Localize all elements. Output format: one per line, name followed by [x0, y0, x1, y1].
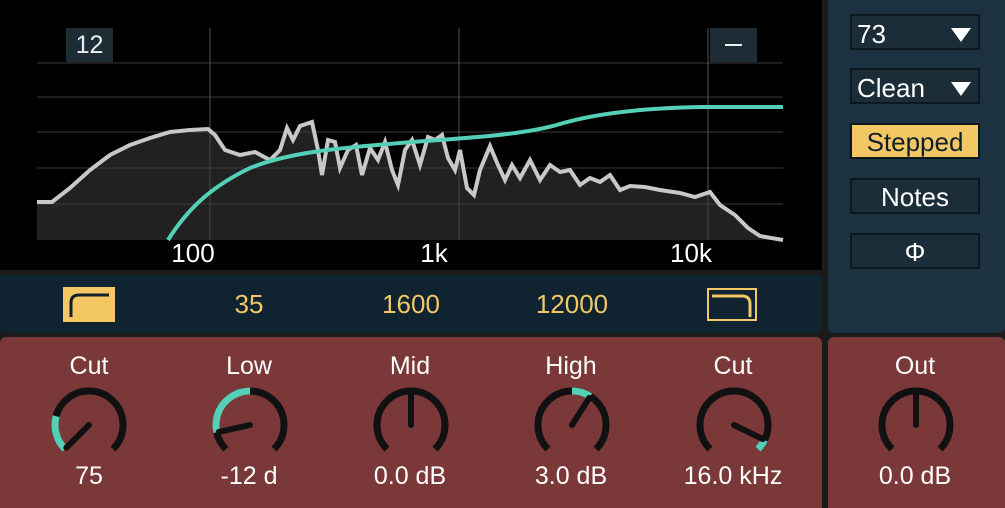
low-gain-knob-value: -12 d: [220, 462, 278, 490]
freq-label-100: 100: [171, 238, 214, 268]
knob-dial-graphic: [51, 387, 127, 452]
mid-gain-knob[interactable]: [369, 383, 453, 467]
knob-pointer: [569, 394, 593, 428]
knob-value-arc: [51, 415, 68, 452]
phase-invert-button[interactable]: Φ: [850, 233, 980, 269]
output-knob-value: 0.0 dB: [878, 462, 952, 490]
lowcut-knob-label: Cut: [69, 352, 109, 380]
low-cut-filter-icon: [69, 293, 109, 317]
stepped-toggle[interactable]: Stepped: [850, 123, 980, 159]
output-knob[interactable]: [874, 383, 958, 467]
high-cut-filter-button[interactable]: [706, 287, 758, 322]
knob-dial-graphic: [373, 387, 449, 452]
highcut-knob[interactable]: [692, 383, 776, 467]
preset-select[interactable]: 73: [850, 14, 980, 50]
freq-label-10k: 10k: [670, 238, 713, 268]
db-range-readout[interactable]: 12: [66, 28, 113, 62]
mid-freq-value[interactable]: 1600: [351, 275, 471, 333]
low-gain-knob[interactable]: [208, 383, 292, 467]
knob-dial-graphic: [534, 387, 610, 452]
phase-icon: Φ: [904, 237, 926, 267]
high-freq-value[interactable]: 12000: [512, 275, 632, 333]
chevron-down-icon: [951, 28, 971, 42]
knob-track: [51, 387, 127, 452]
spectrum-display[interactable]: 100 1k 10k: [0, 0, 822, 270]
knob-pointer: [731, 422, 766, 443]
mode-select[interactable]: Clean: [850, 68, 980, 104]
spectrum-graph: 100 1k 10k: [37, 28, 784, 268]
mid-gain-knob-value: 0.0 dB: [373, 462, 447, 490]
low-gain-knob-label: Low: [226, 352, 272, 380]
high-gain-knob-label: High: [545, 352, 597, 380]
chevron-down-icon: [951, 82, 971, 96]
mid-gain-knob-label: Mid: [389, 352, 431, 380]
minimize-button[interactable]: [710, 28, 757, 62]
preset-select-value: 73: [857, 19, 886, 49]
knob-dial-graphic: [878, 387, 954, 452]
low-freq-value[interactable]: 35: [189, 275, 309, 333]
lowcut-knob-value: 75: [75, 462, 103, 490]
output-knob-label: Out: [894, 352, 936, 380]
notes-button[interactable]: Notes: [850, 178, 980, 214]
high-gain-knob-value: 3.0 dB: [534, 462, 608, 490]
high-cut-filter-icon: [707, 288, 757, 321]
mode-select-value: Clean: [857, 73, 925, 103]
knob-pointer: [63, 422, 92, 451]
knob-dial-graphic: [212, 387, 288, 452]
knob-track: [696, 387, 772, 452]
freq-label-1k: 1k: [420, 238, 448, 268]
lowcut-knob[interactable]: [47, 383, 131, 467]
knob-pointer: [215, 422, 253, 435]
highcut-knob-label: Cut: [713, 352, 753, 380]
low-cut-filter-button[interactable]: [63, 287, 115, 322]
knob-dial-graphic: [696, 387, 772, 452]
high-gain-knob[interactable]: [530, 383, 614, 467]
highcut-knob-value: 16.0 kHz: [683, 462, 783, 490]
